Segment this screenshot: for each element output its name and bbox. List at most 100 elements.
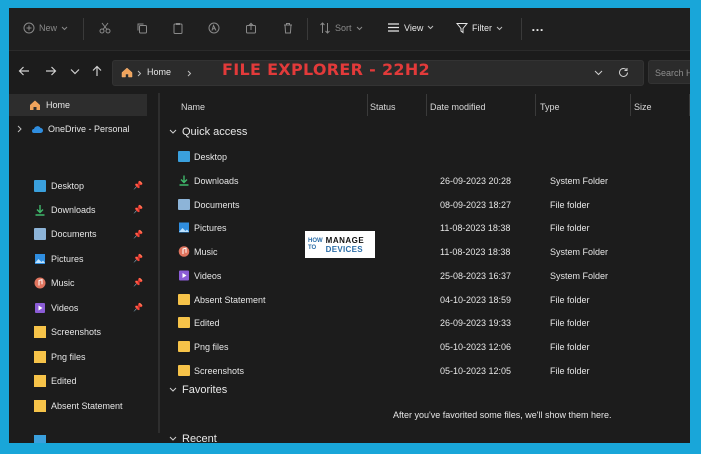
- column-header-type[interactable]: Type: [540, 102, 560, 112]
- folder-icon: [178, 341, 190, 352]
- plus-circle-icon: [23, 22, 35, 34]
- list-item[interactable]: Downloads 26-09-2023 20:28 System Folder: [164, 169, 690, 191]
- pin-icon[interactable]: 📌: [133, 230, 143, 239]
- column-divider[interactable]: [535, 94, 536, 116]
- list-item[interactable]: Absent Statement 04-10-2023 18:59 File f…: [164, 288, 690, 310]
- group-recent[interactable]: Recent: [169, 433, 217, 443]
- group-label: Quick access: [182, 126, 248, 138]
- list-item[interactable]: Documents 08-09-2023 18:27 File folder: [164, 193, 690, 215]
- sidebar-item-pictures[interactable]: Pictures: [9, 248, 84, 270]
- file-type: System Folder: [550, 247, 609, 257]
- group-favorites[interactable]: Favorites: [169, 384, 227, 396]
- navigation-scrollbar[interactable]: [158, 93, 160, 433]
- list-item[interactable]: Screenshots 05-10-2023 12:05 File folder: [164, 359, 690, 381]
- recent-locations-button[interactable]: [70, 67, 80, 77]
- sidebar-item-edited[interactable]: Edited: [9, 370, 77, 392]
- scissors-icon: [99, 22, 111, 34]
- up-button[interactable]: [91, 65, 103, 79]
- trash-icon: [284, 23, 292, 34]
- column-divider[interactable]: [367, 94, 368, 116]
- file-date: 26-09-2023 20:28: [440, 176, 512, 186]
- column-header-size[interactable]: Size: [634, 102, 652, 112]
- back-button[interactable]: [18, 65, 30, 79]
- paste-button[interactable]: [172, 22, 184, 34]
- videos-icon: [35, 303, 45, 313]
- file-type: File folder: [550, 200, 590, 210]
- folder-icon: [34, 400, 46, 412]
- sidebar-item-videos[interactable]: Videos: [9, 297, 78, 319]
- sort-button[interactable]: Sort: [319, 22, 363, 34]
- cut-button[interactable]: [99, 22, 111, 34]
- new-label: New: [39, 23, 58, 33]
- sidebar-item-screenshots[interactable]: Screenshots: [9, 321, 101, 343]
- home-icon: [121, 67, 133, 78]
- how-to-manage-devices-logo: HOW TO MANAGE DEVICES: [305, 231, 375, 258]
- sidebar-item-downloads[interactable]: Downloads: [9, 199, 96, 221]
- filter-label: Filter: [472, 23, 492, 33]
- folder-icon: [34, 375, 46, 387]
- list-item[interactable]: Videos 25-08-2023 16:37 System Folder: [164, 264, 690, 286]
- column-header-date[interactable]: Date modified: [430, 102, 486, 112]
- column-divider[interactable]: [689, 94, 690, 116]
- column-divider[interactable]: [630, 94, 631, 116]
- view-button[interactable]: View: [387, 22, 434, 33]
- sort-label: Sort: [335, 23, 352, 33]
- copy-icon: [137, 23, 147, 34]
- breadcrumb-home[interactable]: Home: [147, 67, 171, 77]
- sidebar-item-documents[interactable]: Documents: [9, 223, 97, 245]
- sidebar-item-png-files[interactable]: Png files: [9, 346, 86, 368]
- filter-button[interactable]: Filter: [456, 22, 503, 34]
- column-header-name[interactable]: Name: [181, 102, 205, 112]
- partial-item-icon: [34, 435, 46, 443]
- pin-icon[interactable]: 📌: [133, 278, 143, 287]
- music-icon: [34, 277, 46, 289]
- list-item[interactable]: Edited 26-09-2023 19:33 File folder: [164, 311, 690, 333]
- file-type: System Folder: [550, 271, 609, 281]
- pin-icon[interactable]: 📌: [133, 254, 143, 263]
- sidebar-item-music[interactable]: Music: [9, 272, 75, 294]
- group-quick-access[interactable]: Quick access: [169, 126, 247, 138]
- file-date: 25-08-2023 16:37: [440, 271, 512, 281]
- file-name: Desktop: [194, 151, 228, 162]
- sidebar-item-home[interactable]: Home: [9, 94, 147, 116]
- chevron-down-icon: [169, 387, 177, 392]
- list-item[interactable]: Pictures 11-08-2023 18:38 File folder: [164, 216, 690, 238]
- pin-icon[interactable]: 📌: [133, 181, 143, 190]
- list-item[interactable]: Png files 05-10-2023 12:06 File folder: [164, 335, 690, 357]
- sidebar-item-label: Music: [51, 278, 75, 288]
- arrow-left-icon: [18, 66, 29, 76]
- forward-button[interactable]: [45, 65, 57, 79]
- videos-icon: [179, 270, 189, 281]
- share-icon: [246, 22, 256, 34]
- column-header-status[interactable]: Status: [370, 102, 396, 112]
- search-input[interactable]: Search Ho: [648, 60, 690, 84]
- chevron-down-icon: [594, 70, 603, 76]
- file-date: 04-10-2023 18:59: [440, 295, 512, 305]
- folder-icon: [34, 326, 46, 338]
- more-options-button[interactable]: …: [531, 19, 544, 34]
- list-item[interactable]: Desktop: [164, 145, 690, 167]
- copy-button[interactable]: [136, 22, 148, 34]
- sidebar-item-onedrive[interactable]: OneDrive - Personal: [9, 118, 130, 140]
- column-divider[interactable]: [426, 94, 427, 116]
- navigation-pane: Home OneDrive - Personal Desktop 📌 Downl…: [9, 94, 155, 443]
- overlay-title: FILE EXPLORER - 22H2: [222, 60, 430, 79]
- list-item[interactable]: Music 11-08-2023 18:38 System Folder: [164, 240, 690, 262]
- new-button[interactable]: New: [23, 22, 68, 34]
- refresh-icon: [619, 67, 628, 77]
- sidebar-item-label: Desktop: [51, 181, 85, 191]
- sidebar-item-absent-statement[interactable]: Absent Statement: [9, 395, 123, 417]
- desktop-icon: [178, 151, 190, 162]
- rename-icon: [208, 22, 220, 34]
- delete-button[interactable]: [282, 22, 294, 34]
- sidebar-item-label: Pictures: [51, 254, 84, 264]
- pin-icon[interactable]: 📌: [133, 303, 143, 312]
- sidebar-item-desktop[interactable]: Desktop: [9, 175, 84, 197]
- file-name: Downloads: [194, 175, 239, 186]
- sidebar-item-label: Screenshots: [51, 327, 102, 337]
- cloud-icon: [32, 126, 43, 133]
- pin-icon[interactable]: 📌: [133, 205, 143, 214]
- folder-icon: [178, 365, 190, 376]
- share-button[interactable]: [245, 22, 257, 34]
- rename-button[interactable]: [208, 22, 220, 34]
